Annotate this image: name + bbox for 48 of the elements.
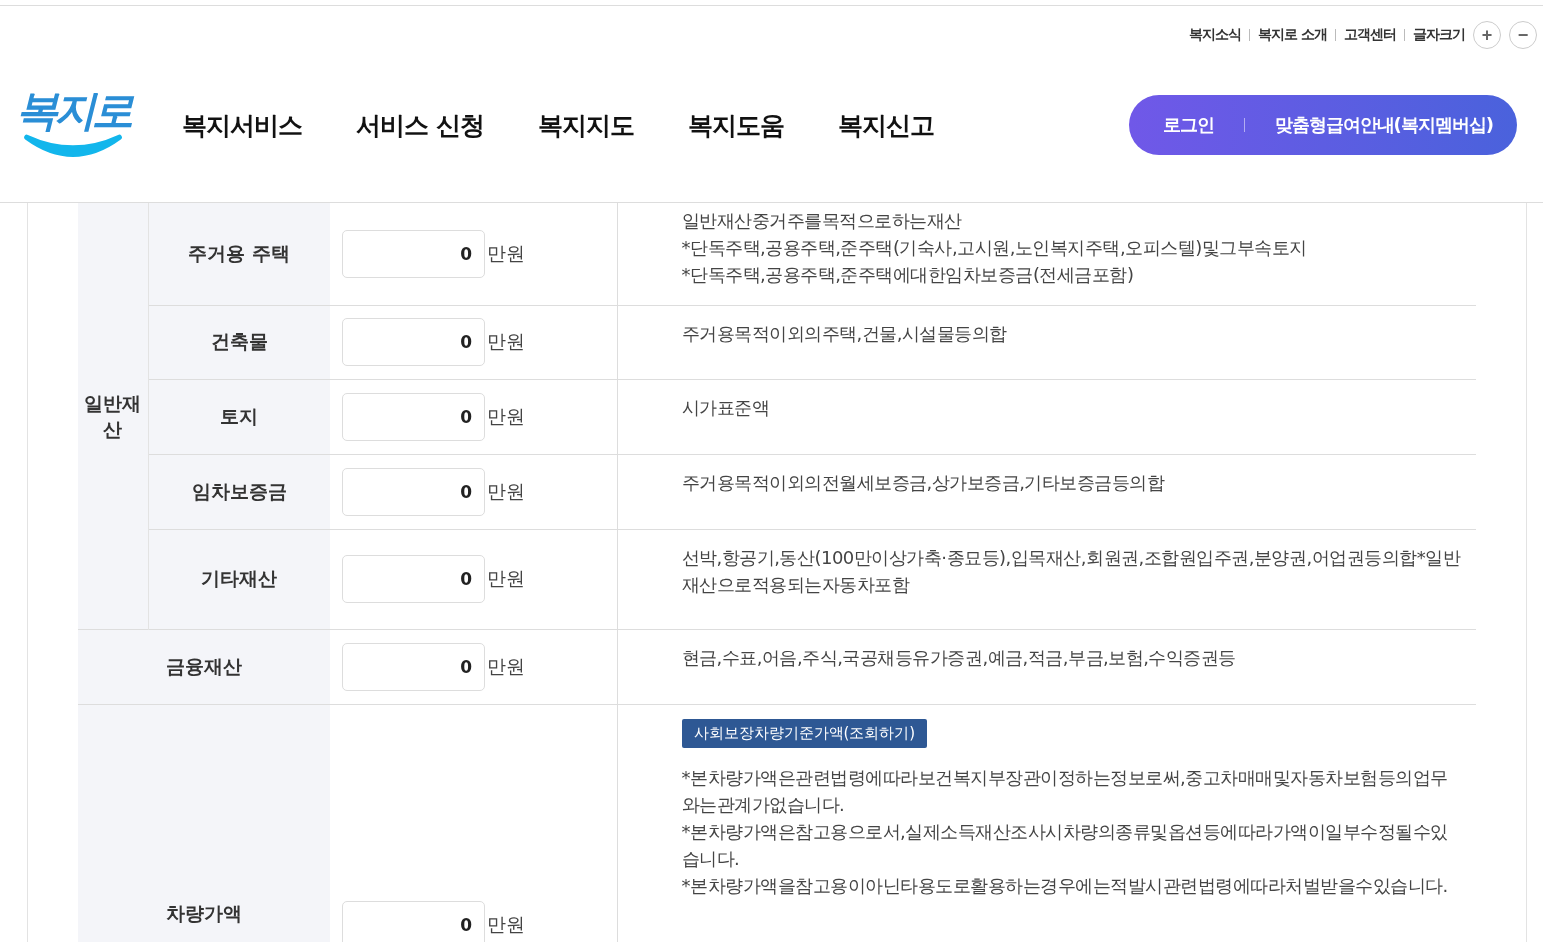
nav-link[interactable]: 서비스 신청 [356, 108, 484, 142]
row-label: 토지 [148, 379, 330, 454]
description-text: *본차량가액은관련법령에따라보건복지부장관이정하는정보로써,중고차매매및자동차보험등의업무와는관계가없습니다. [681, 765, 1449, 817]
nav-link[interactable]: 복지신고 [837, 108, 934, 142]
amount-field[interactable]: 0 [342, 555, 485, 603]
description-text: 시가표준액 [681, 395, 770, 420]
row-label: 건축물 [148, 305, 330, 379]
category-label: 일반재산 [83, 390, 143, 442]
amount-field[interactable]: 0 [342, 467, 485, 516]
row-label: 임차보증금 [148, 454, 330, 529]
lookup-button[interactable]: 사회보장차량기준가액(조회하기) [681, 718, 928, 748]
unit-label: 만원 [487, 403, 525, 429]
description-text: 주거용목적이외의전월세보증금,상가보증금,기타보증금등의합 [681, 470, 1166, 495]
row-label: 차량가액 [78, 704, 330, 942]
logo[interactable]: 복지로 [16, 86, 130, 164]
top-link[interactable]: 고객센터 [1344, 26, 1396, 44]
description-text: *단독주택,공용주택,준주택(기숙사,고시원,노인복지주택,오피스텔)및그부속토지 [681, 236, 1308, 260]
font-decrease-button[interactable]: − [1509, 21, 1537, 49]
amount-field[interactable]: 0 [342, 318, 485, 366]
description-text: *본차량가액은참고용으로서,실제소득재산조사시차량의종류및옵션등에따라가액이일부수정될수있습니다. [681, 819, 1449, 871]
nav-link[interactable]: 복지도움 [687, 108, 784, 142]
unit-label: 만원 [487, 653, 525, 679]
amount-field[interactable]: 0 [342, 229, 485, 278]
login-link[interactable]: 로그인 [1162, 113, 1214, 137]
amount-field[interactable]: 0 [342, 642, 485, 691]
font-increase-button[interactable]: + [1473, 21, 1501, 49]
nav-link[interactable]: 복지지도 [537, 108, 634, 142]
amount-field[interactable]: 0 [342, 392, 485, 441]
unit-label: 만원 [487, 329, 525, 354]
description-text: 주거용목적이외의주택,건물,시설물등의합 [681, 321, 1008, 346]
nav-link[interactable]: 복지서비스 [182, 108, 302, 142]
description-text: 현금,수표,어음,주식,국공채등유가증권,예금,적금,부금,보험,수익증권등 [681, 645, 1237, 670]
font-size-label: 글자크기 [1413, 26, 1465, 44]
row-label: 주거용 주택 [148, 203, 330, 305]
unit-label: 만원 [487, 240, 525, 266]
amount-field[interactable]: 0 [342, 900, 485, 942]
unit-label: 만원 [487, 478, 525, 504]
description-text: *단독주택,공용주택,준주택에대한임차보증금(전세금포함) [681, 263, 1135, 287]
row-label: 금융재산 [78, 629, 330, 704]
description-text: 선박,항공기,동산(100만이상가축·종묘등),입목재산,회원권,조합원입주권,분양권,어업권등의합*일반재산으로적용되는자동차포함 [681, 545, 1462, 597]
description-text: 일반재산중거주를목적으로하는재산 [681, 209, 963, 233]
description-text: *본차량가액을참고용이아닌타용도로활용하는경우에는적발시관련법령에따라처벌받을수있습니다. [681, 873, 1449, 898]
unit-label: 만원 [487, 566, 525, 591]
unit-label: 만원 [487, 911, 525, 937]
membership-link[interactable]: 맞춤형급여안내(복지멤버십) [1274, 113, 1493, 137]
row-label: 기타재산 [148, 529, 330, 629]
top-link[interactable]: 복지소식 [1189, 26, 1242, 44]
top-link[interactable]: 복지로 소개 [1258, 26, 1327, 44]
